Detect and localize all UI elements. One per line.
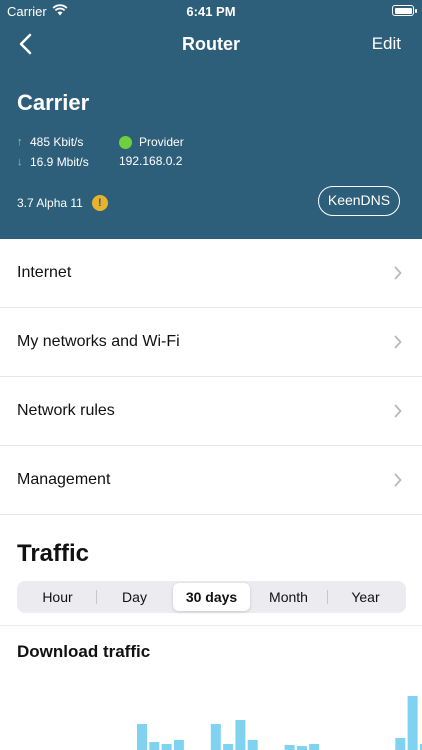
chevron-right-icon — [394, 473, 402, 487]
menu-item-network-rules[interactable]: Network rules — [0, 377, 422, 446]
download-arrow-icon: ↓ — [17, 156, 23, 168]
menu-item-label: My networks and Wi-Fi — [17, 333, 180, 350]
chart-bar — [137, 724, 147, 750]
nav-bar: Router Edit — [0, 22, 422, 66]
download-speed-value: 16.9 Mbit/s — [30, 155, 89, 169]
chart-bar — [395, 738, 406, 750]
period-month[interactable]: Month — [250, 583, 327, 611]
menu-item-internet[interactable]: Internet — [0, 239, 422, 308]
upload-speed: ↑ 485 Kbit/s — [17, 135, 83, 149]
page-title: Router — [182, 34, 240, 54]
menu-item-management[interactable]: Management — [0, 446, 422, 515]
status-dot-icon — [119, 135, 132, 149]
period-segmented-control: Hour Day 30 days Month Year — [17, 581, 406, 613]
chart-bar — [161, 744, 172, 750]
warning-icon[interactable]: ! — [91, 195, 108, 211]
chevron-right-icon — [394, 266, 402, 280]
chart-bar — [309, 744, 320, 750]
upload-speed-value: 485 Kbit/s — [30, 135, 84, 149]
device-name: Carrier — [17, 90, 90, 115]
menu-item-label: Internet — [17, 264, 72, 281]
settings-menu: Internet My networks and Wi-Fi Network r… — [0, 239, 422, 515]
period-hour[interactable]: Hour — [19, 583, 96, 611]
download-traffic-chart — [137, 696, 422, 750]
period-30-days[interactable]: 30 days — [173, 583, 250, 611]
chart-bar — [149, 742, 160, 750]
chart-bar — [284, 745, 295, 750]
chevron-right-icon — [394, 335, 402, 349]
provider-label: Provider — [139, 135, 184, 149]
upload-arrow-icon: ↑ — [17, 136, 23, 148]
section-divider — [0, 625, 422, 626]
chart-bar — [235, 720, 246, 750]
period-year[interactable]: Year — [327, 583, 404, 611]
firmware-label: 3.7 Alpha 11 — [17, 196, 83, 210]
keendns-button[interactable]: KeenDNS — [318, 186, 400, 216]
chart-bar — [296, 746, 307, 750]
ip-address: 192.168.0.2 — [119, 154, 183, 168]
traffic-heading: Traffic — [17, 540, 90, 567]
period-day[interactable]: Day — [96, 583, 173, 611]
chevron-right-icon — [394, 404, 402, 418]
chart-bar — [223, 744, 234, 750]
edit-button[interactable]: Edit — [372, 34, 401, 54]
download-speed: ↓ 16.9 Mbit/s — [17, 155, 89, 169]
menu-item-label: Network rules — [17, 402, 115, 419]
firmware-version[interactable]: 3.7 Alpha 11 ! — [17, 195, 108, 211]
clock: 6:41 PM — [186, 4, 236, 19]
download-traffic-heading: Download traffic — [17, 642, 151, 661]
chart-bar — [247, 740, 258, 750]
battery-icon — [392, 5, 417, 16]
chart-bar — [210, 724, 221, 750]
provider-status: Provider — [119, 135, 184, 149]
router-header: Carrier 6:41 PM Router Edit Carrier ↑ 48… — [0, 0, 422, 239]
menu-item-label: Management — [17, 471, 111, 488]
chart-bar — [173, 740, 184, 750]
menu-item-networks-wifi[interactable]: My networks and Wi-Fi — [0, 308, 422, 377]
status-bar: Carrier 6:41 PM — [0, 0, 422, 22]
chart-bar — [407, 696, 418, 750]
